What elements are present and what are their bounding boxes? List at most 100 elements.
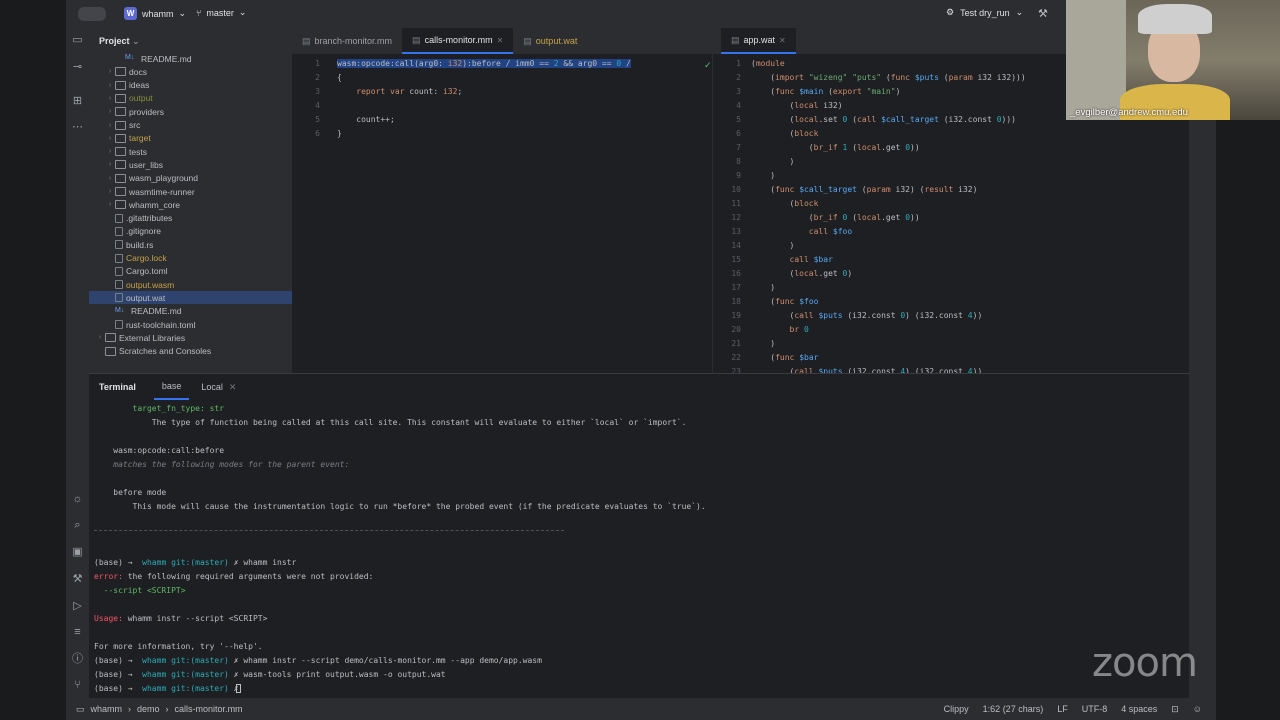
run-tool-icon[interactable]: ▷ (71, 600, 84, 613)
tree-item-label: output (129, 93, 153, 104)
tree-item[interactable]: M↓ README.md (89, 52, 292, 65)
file-icon (115, 213, 123, 223)
project-switcher[interactable]: W whamm ⌄ (124, 7, 186, 20)
tree-item[interactable]: rust-toolchain.toml (89, 318, 292, 331)
run-config-label: Test dry_run (960, 7, 1010, 18)
chevron-right-icon[interactable]: › (105, 175, 115, 182)
close-icon[interactable]: ✕ (779, 36, 786, 45)
chevron-right-icon[interactable]: › (105, 122, 115, 129)
folder-icon (115, 107, 126, 117)
terminal-tab-base[interactable]: base (153, 374, 190, 400)
chevron-right-icon[interactable]: › (105, 188, 115, 195)
more-tools-icon[interactable]: ⋯ (71, 121, 84, 134)
tree-item[interactable]: .gitignore (89, 225, 292, 238)
status-frame-icon: ▭ (76, 703, 85, 714)
editor-tab[interactable]: ▤ output.wat (513, 28, 587, 54)
tree-item[interactable]: output.wasm (89, 278, 292, 291)
file-icon (115, 253, 123, 263)
code-line: ) (751, 241, 795, 250)
tree-item[interactable]: build.rs (89, 238, 292, 251)
editor-tab[interactable]: ▤ branch-monitor.mm (292, 28, 402, 54)
chevron-down-icon: ⌄ (132, 36, 140, 46)
tree-item[interactable]: › docs (89, 65, 292, 78)
chevron-right-icon[interactable]: › (105, 148, 115, 155)
clippy-status[interactable]: Clippy (944, 704, 969, 715)
chevron-right-icon[interactable]: › (95, 334, 105, 341)
services-icon[interactable]: ☼ (71, 493, 84, 506)
file-encoding[interactable]: UTF-8 (1082, 704, 1108, 715)
folder-icon (115, 160, 126, 170)
breadcrumb-item[interactable]: whamm (91, 704, 123, 715)
chevron-right-icon[interactable]: › (105, 95, 115, 102)
editor-tab[interactable]: ▤ calls-monitor.mm ✕ (402, 28, 514, 54)
indent-setting[interactable]: 4 spaces (1121, 704, 1157, 715)
line-number: 3 (315, 87, 320, 96)
tree-item[interactable]: › output (89, 92, 292, 105)
tree-item[interactable]: › External Libraries (89, 331, 292, 344)
project-tool-icon[interactable]: ▭ (71, 34, 84, 47)
chevron-right-icon[interactable]: › (105, 68, 115, 75)
status-bar: ▭ whamm › demo › calls-monitor.mm Clippy… (66, 698, 1216, 720)
search-icon[interactable]: ⌕ (71, 519, 84, 532)
close-icon[interactable]: ✕ (497, 36, 504, 45)
code-line: br 0 (789, 325, 809, 334)
tree-item[interactable]: .gitattributes (89, 212, 292, 225)
tree-item[interactable]: › wasm_playground (89, 172, 292, 185)
cursor-position[interactable]: 1:62 (27 chars) (983, 704, 1044, 715)
tree-item[interactable]: › target (89, 132, 292, 145)
tree-item-label: wasm_playground (129, 173, 198, 184)
tree-item[interactable]: Scratches and Consoles (89, 345, 292, 358)
terminal-line: before mode (94, 488, 167, 497)
tree-item-label: README.md (131, 306, 182, 317)
run-config-selector[interactable]: ⚙ Test dry_run ⌄ (946, 7, 1023, 18)
build-icon[interactable]: ⚒ (1038, 7, 1048, 20)
tree-item[interactable]: › whamm_core (89, 198, 292, 211)
line-number: 5 (736, 115, 741, 124)
notifications-icon[interactable]: ☺ (1193, 704, 1202, 715)
terminal-line: (base) → whamm git:(master) ✗ (94, 684, 244, 693)
git-tool-icon[interactable]: ⑂ (71, 679, 84, 692)
tree-item[interactable]: output.wat (89, 291, 292, 305)
project-panel-header[interactable]: Project ⌄ (99, 36, 140, 47)
tree-item[interactable]: › src (89, 119, 292, 132)
editor-tab[interactable]: ▤ app.wat ✕ (721, 28, 796, 54)
chevron-right-icon[interactable]: › (105, 135, 115, 142)
problems-icon[interactable]: ⓘ (71, 653, 84, 666)
terminal-tool-icon[interactable]: ▣ (71, 546, 84, 559)
todo-tool-icon[interactable]: ≡ (71, 626, 84, 639)
chevron-right-icon[interactable]: › (105, 82, 115, 89)
tree-item[interactable]: M↓ README.md (89, 305, 292, 318)
chevron-down-icon: ⌄ (238, 7, 247, 17)
webcam-video: _evgilber@andrew.cmu.edu (1066, 0, 1280, 120)
line-separator[interactable]: LF (1057, 704, 1068, 715)
branch-switcher[interactable]: ⑂ master ⌄ (196, 7, 246, 18)
chevron-right-icon[interactable]: › (105, 108, 115, 115)
build-tool-icon[interactable]: ⚒ (71, 573, 84, 586)
chevron-right-icon[interactable]: › (105, 201, 115, 208)
tree-item[interactable]: › ideas (89, 79, 292, 92)
file-type-icon: ▤ (302, 35, 311, 46)
terminal-tab-label: Local (201, 382, 223, 392)
tree-item[interactable]: › tests (89, 145, 292, 158)
tree-item[interactable]: › wasmtime-runner (89, 185, 292, 198)
lock-icon[interactable]: ⊡ (1171, 704, 1179, 715)
window-controls[interactable] (78, 7, 106, 21)
line-number: 17 (731, 283, 741, 292)
terminal-tab-local[interactable]: Local ✕ (193, 374, 244, 400)
breadcrumb-item[interactable]: demo (137, 704, 160, 715)
breadcrumb-item[interactable]: calls-monitor.mm (175, 704, 243, 715)
close-icon[interactable]: ✕ (229, 382, 237, 393)
status-right: Clippy 1:62 (27 chars) LF UTF-8 4 spaces… (944, 704, 1202, 715)
tree-item[interactable]: › providers (89, 105, 292, 118)
commit-tool-icon[interactable]: ⊸ (71, 61, 84, 74)
tree-item[interactable]: Cargo.toml (89, 265, 292, 278)
tree-item-label: src (129, 120, 141, 130)
folder-icon (115, 187, 126, 196)
tree-item[interactable]: › user_libs (89, 158, 292, 171)
code-line: wasm:opcode:call(arg0: i32):before / imm… (337, 59, 631, 68)
inspection-ok-icon: ✓ (704, 60, 712, 70)
code-line: (block (751, 199, 819, 208)
chevron-right-icon[interactable]: › (105, 161, 115, 168)
structure-tool-icon[interactable]: ⊞ (71, 95, 84, 108)
tree-item[interactable]: Cargo.lock (89, 252, 292, 265)
